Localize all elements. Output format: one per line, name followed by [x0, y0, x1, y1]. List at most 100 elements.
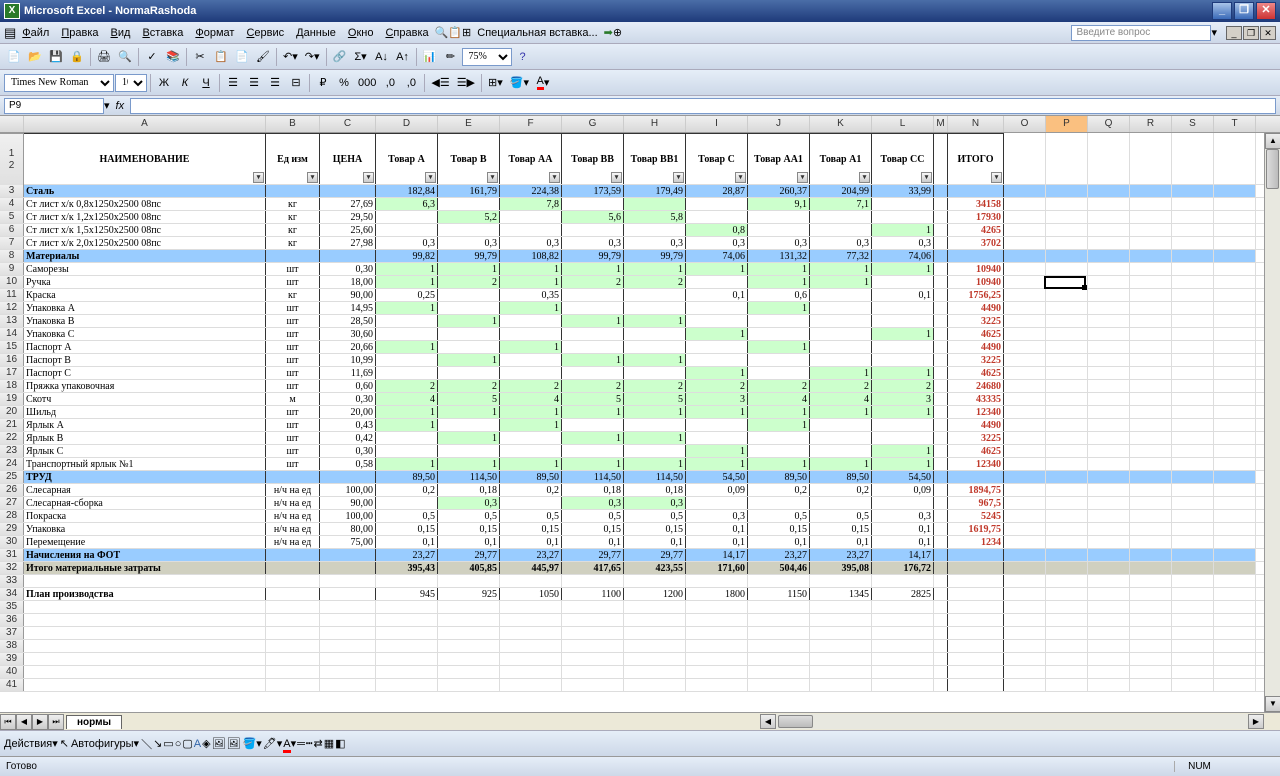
cell[interactable]: 1	[438, 432, 500, 444]
help-button[interactable]: ?	[513, 47, 533, 67]
cell[interactable]	[1172, 276, 1214, 288]
decrease-decimal-button[interactable]: ,0	[401, 73, 421, 93]
cell[interactable]	[320, 679, 376, 691]
merge-center-button[interactable]: ⊟	[286, 73, 306, 93]
cell[interactable]: 0,43	[320, 419, 376, 431]
dropdown-icon[interactable]: ▾	[1211, 26, 1217, 39]
cell[interactable]	[1130, 575, 1172, 587]
cell[interactable]	[1130, 484, 1172, 496]
cell[interactable]	[748, 224, 810, 236]
permission-button[interactable]: 🔒	[67, 47, 87, 67]
cell[interactable]	[748, 640, 810, 652]
cell[interactable]: 1	[376, 276, 438, 288]
cell[interactable]	[934, 549, 948, 561]
cell[interactable]: 74,06	[686, 250, 748, 262]
cell[interactable]: 2825	[872, 588, 934, 600]
cell[interactable]: 179,49	[624, 185, 686, 197]
cell[interactable]	[1046, 445, 1088, 457]
cell[interactable]	[1130, 562, 1172, 574]
cell[interactable]: шт	[266, 367, 320, 379]
cell[interactable]: 3225	[948, 432, 1004, 444]
cell[interactable]	[1046, 393, 1088, 405]
cell[interactable]: Краска	[24, 289, 266, 301]
cell[interactable]: 0,3	[562, 497, 624, 509]
col-header-K[interactable]: K	[810, 116, 872, 132]
cell[interactable]: 0,1	[872, 536, 934, 548]
cell[interactable]	[934, 328, 948, 340]
cell[interactable]: 1	[376, 406, 438, 418]
cell[interactable]: 28,50	[320, 315, 376, 327]
cell[interactable]: 1	[500, 406, 562, 418]
cell[interactable]	[1088, 627, 1130, 639]
cell[interactable]	[500, 679, 562, 691]
cell[interactable]	[1130, 289, 1172, 301]
cell[interactable]	[810, 432, 872, 444]
cell[interactable]: 0,5	[562, 510, 624, 522]
col-header-N[interactable]: N	[948, 116, 1004, 132]
cell[interactable]: 114,50	[562, 471, 624, 483]
col-header-J[interactable]: J	[748, 116, 810, 132]
oval-button[interactable]: ○	[175, 738, 182, 750]
cell[interactable]: 12340	[948, 406, 1004, 418]
cell[interactable]	[1214, 302, 1256, 314]
cell[interactable]	[810, 601, 872, 613]
cell[interactable]: 4490	[948, 341, 1004, 353]
cell[interactable]: 0,1	[500, 536, 562, 548]
cell[interactable]: 0,3	[748, 237, 810, 249]
cell[interactable]	[320, 575, 376, 587]
cell[interactable]: 131,32	[748, 250, 810, 262]
cell[interactable]	[934, 653, 948, 665]
cell[interactable]	[438, 419, 500, 431]
cell[interactable]	[438, 445, 500, 457]
cell[interactable]	[1004, 263, 1046, 275]
cell[interactable]: 204,99	[810, 185, 872, 197]
header-cell[interactable]	[934, 133, 948, 184]
cell[interactable]	[1130, 679, 1172, 691]
row-header-33[interactable]: 33	[0, 575, 24, 587]
cell[interactable]: 89,50	[748, 471, 810, 483]
row-header-9[interactable]: 9	[0, 263, 24, 275]
cell[interactable]: 28,87	[686, 185, 748, 197]
cell[interactable]	[934, 185, 948, 197]
cell[interactable]	[1004, 250, 1046, 262]
cell[interactable]	[1046, 367, 1088, 379]
cell[interactable]: 1	[376, 419, 438, 431]
row-header-26[interactable]: 26	[0, 484, 24, 496]
cell[interactable]: Ст лист х/к 1,5х1250х2500 08пс	[24, 224, 266, 236]
cell[interactable]: 1	[624, 458, 686, 470]
cell[interactable]	[624, 575, 686, 587]
cell[interactable]	[500, 445, 562, 457]
cell[interactable]	[1214, 328, 1256, 340]
cell[interactable]	[1088, 237, 1130, 249]
cell[interactable]: 0,15	[500, 523, 562, 535]
cell[interactable]: 0,30	[320, 445, 376, 457]
increase-indent-button[interactable]: ☰▶	[454, 73, 478, 93]
cell[interactable]: 3	[872, 393, 934, 405]
cell[interactable]	[686, 497, 748, 509]
cell[interactable]	[810, 224, 872, 236]
cell[interactable]	[1004, 627, 1046, 639]
cell[interactable]	[1088, 510, 1130, 522]
cell[interactable]	[1130, 588, 1172, 600]
cell[interactable]: 1	[562, 458, 624, 470]
cell[interactable]	[1172, 224, 1214, 236]
col-header-O[interactable]: O	[1004, 116, 1046, 132]
cell[interactable]	[934, 640, 948, 652]
row-header-28[interactable]: 28	[0, 510, 24, 522]
cell[interactable]: шт	[266, 380, 320, 392]
cell[interactable]	[1130, 302, 1172, 314]
cell[interactable]: 5	[562, 393, 624, 405]
cell[interactable]	[1172, 237, 1214, 249]
cell[interactable]: Итого материальные затраты	[24, 562, 266, 574]
cell[interactable]: 1	[500, 276, 562, 288]
cell[interactable]	[1088, 367, 1130, 379]
cell[interactable]	[500, 328, 562, 340]
cell[interactable]: 1	[810, 406, 872, 418]
menu-Вставка[interactable]: Вставка	[136, 25, 189, 41]
cell[interactable]	[1130, 341, 1172, 353]
cell[interactable]: кг	[266, 289, 320, 301]
cell[interactable]	[624, 198, 686, 210]
cell[interactable]	[948, 614, 1004, 626]
cell[interactable]	[1046, 224, 1088, 236]
cell[interactable]	[1172, 523, 1214, 535]
